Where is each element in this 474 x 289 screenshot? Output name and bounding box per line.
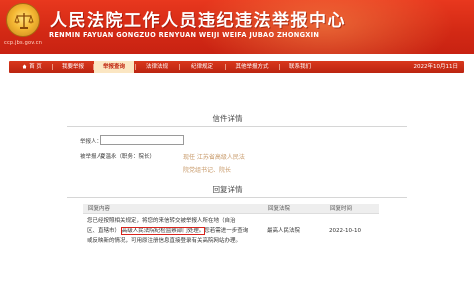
nav-label: 首 页 [29,64,42,70]
nav-item-discipline[interactable]: 纪律规定 [180,61,224,73]
main-nav: 首 页 我要举报 举报查询 法律法规 纪律规定 其他举报方式 联系我们 2022… [9,61,464,73]
reply-table-header: 回复内容 回复法院 回复时间 [83,204,379,214]
site-header: ccp.jbs.gov.cn 人民法院工作人员违纪违法举报中心 RENMIN F… [0,0,474,54]
home-icon [22,64,27,68]
table-row: 您已经按照相关规定，将您的来信转交被举报人所在地（自治 区、直辖市） 高级人民法… [83,213,379,248]
reply-content: 您已经按照相关规定，将您的来信转交被举报人所在地（自治 区、直辖市） 高级人民法… [83,213,263,248]
current-date: 2022年10月11日 [413,64,459,70]
letter-section-title: 信件详情 [212,114,243,123]
column-header-time: 回复时间 [325,204,379,214]
scales-of-justice-icon [14,13,34,29]
site-subtitle: RENMIN FAYUAN GONGZUO RENYUAN WEIJI WEIF… [49,31,320,39]
section-divider [67,197,407,198]
reply-court: 最高人民法院 [267,227,301,234]
reply-time: 2022-10-10 [329,227,361,234]
reporter-field[interactable] [100,135,184,145]
reporter-label: 举报人： [80,139,103,145]
column-header-court: 回复法院 [263,204,325,214]
reply-content-fragment: 您若需进一步查询 [204,227,249,234]
reported-person: 夏温永（职务：院长） [100,154,156,160]
reply-section-title: 回复详情 [212,185,243,194]
nav-item-contact[interactable]: 联系我们 [280,61,320,73]
nav-item-laws[interactable]: 法律法规 [136,61,178,73]
reply-content-line: 您已经按照相关规定，将您的来信转交被举报人所在地（自治 [87,217,236,224]
nav-item-report[interactable]: 我要举报 [53,61,93,73]
reported-position-line2: 院党组书记、院长 [183,167,232,174]
nav-item-other-methods[interactable]: 其他举报方式 [226,61,278,73]
reply-content-line: 或反映新的情况，可用原注册信息直接登录有关高院网站办理。 [87,237,242,244]
section-divider [67,126,407,127]
reported-position-line1: 现任 江苏省高级人民法 [183,154,245,161]
reply-content-line: 区、直辖市） 高级人民法院纪检监察部门处理。您若需进一步查询 [87,226,263,236]
nav-item-query[interactable]: 举报查询 [94,61,134,73]
highlighted-handling-department: 高级人民法院纪检监察部门处理。 [120,226,206,235]
nav-item-home[interactable]: 首 页 [13,61,51,73]
reply-content-fragment: 区、直辖市） [87,227,121,234]
reply-table: 回复内容 回复法院 回复时间 您已经按照相关规定，将您的来信转交被举报人所在地（… [83,204,379,248]
site-title: 人民法院工作人员违纪违法举报中心 [50,11,346,31]
site-url: ccp.jbs.gov.cn [4,40,43,46]
column-header-content: 回复内容 [83,204,263,214]
court-emblem-icon [6,3,40,37]
